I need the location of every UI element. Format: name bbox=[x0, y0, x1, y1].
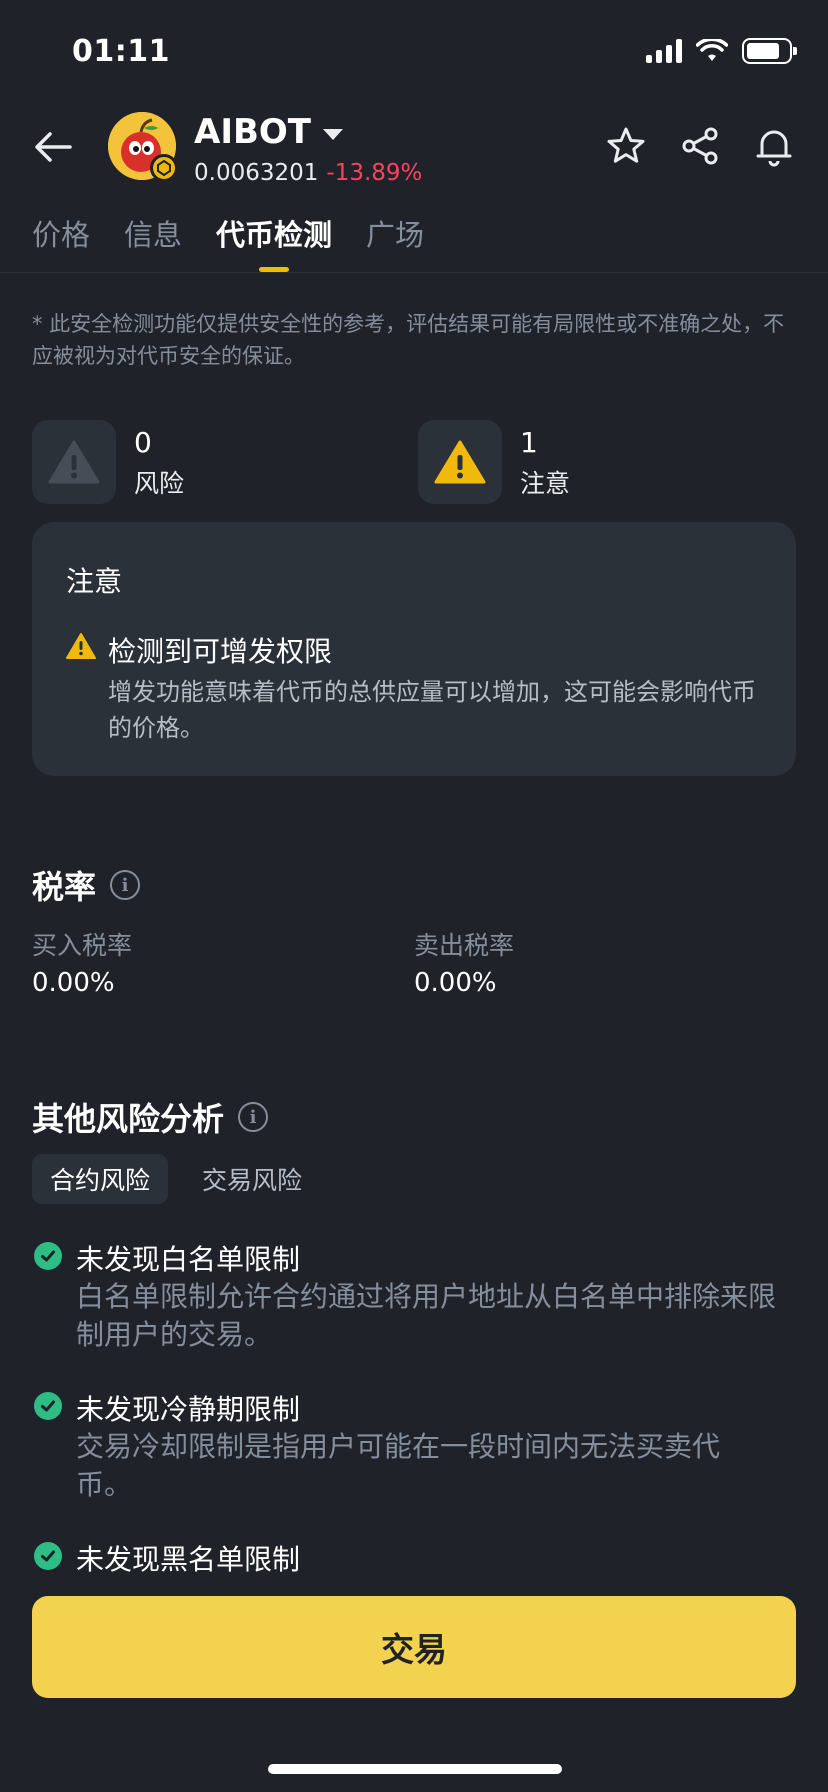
divider bbox=[0, 272, 828, 273]
sell-tax-label: 卖出税率 bbox=[414, 931, 515, 960]
caution-count: 1 bbox=[520, 426, 538, 459]
warning-icon bbox=[66, 633, 96, 659]
tab-trade-risk[interactable]: 交易风险 bbox=[202, 1154, 302, 1204]
signal-icon bbox=[646, 39, 682, 63]
risk-count: 0 bbox=[134, 426, 152, 459]
tax-section-title: 税率 i bbox=[32, 862, 141, 908]
tab-square[interactable]: 广场 bbox=[366, 212, 424, 272]
risk-item-title: 未发现冷静期限制 bbox=[76, 1393, 301, 1426]
other-risk-title: 其他风险分析 bbox=[32, 1100, 225, 1138]
chevron-down-icon bbox=[322, 128, 343, 140]
risk-item-desc: 白名单限制允许合约通过将用户地址从白名单中排除来限制用户的交易。 bbox=[76, 1280, 777, 1351]
status-time: 01:11 bbox=[72, 34, 170, 69]
sell-tax-value: 0.00% bbox=[414, 968, 497, 998]
risk-item-title: 未发现黑名单限制 bbox=[76, 1543, 301, 1576]
info-icon[interactable]: i bbox=[110, 870, 141, 900]
tab-token-check[interactable]: 代币检测 bbox=[216, 212, 332, 272]
risk-item-title: 未发现白名单限制 bbox=[76, 1243, 301, 1276]
tab-contract-risk[interactable]: 合约风险 bbox=[32, 1154, 168, 1204]
tab-bar: 价格 信息 代币检测 广场 bbox=[32, 212, 424, 272]
tab-price[interactable]: 价格 bbox=[32, 212, 90, 272]
token-name-selector[interactable]: AIBOT bbox=[194, 112, 343, 152]
risk-counter-icon-box bbox=[32, 420, 116, 504]
check-circle-icon bbox=[34, 1392, 62, 1420]
wifi-icon bbox=[696, 39, 728, 61]
battery-icon bbox=[742, 38, 797, 64]
caution-counter-icon-box bbox=[418, 420, 502, 504]
notice-item-desc: 增发功能意味着代币的总供应量可以增加，这可能会影响代币的价格。 bbox=[108, 678, 756, 742]
check-circle-icon bbox=[34, 1542, 62, 1570]
tax-title: 税率 bbox=[32, 868, 97, 906]
risk-label: 风险 bbox=[134, 469, 185, 498]
home-indicator bbox=[268, 1764, 562, 1774]
buy-tax-value: 0.00% bbox=[32, 968, 115, 998]
token-price-row: 0.0063201 -13.89% bbox=[194, 160, 422, 186]
risk-item-desc: 交易冷却限制是指用户可能在一段时间内无法买卖代币。 bbox=[76, 1430, 721, 1501]
warning-icon bbox=[48, 440, 100, 484]
notice-title: 注意 bbox=[66, 565, 123, 598]
back-arrow-icon[interactable] bbox=[30, 124, 76, 170]
warning-icon bbox=[434, 440, 486, 484]
buy-tax-label: 买入税率 bbox=[32, 931, 133, 960]
chain-badge-icon bbox=[150, 154, 178, 182]
tab-info[interactable]: 信息 bbox=[124, 212, 182, 272]
check-circle-icon bbox=[34, 1242, 62, 1270]
token-name: AIBOT bbox=[194, 112, 311, 152]
caution-label: 注意 bbox=[520, 469, 571, 498]
star-icon[interactable] bbox=[604, 124, 648, 168]
info-icon[interactable]: i bbox=[238, 1102, 269, 1132]
other-risk-section-title: 其他风险分析 i bbox=[32, 1094, 269, 1140]
notice-item-title: 检测到可增发权限 bbox=[108, 635, 333, 668]
share-icon[interactable] bbox=[678, 124, 722, 168]
bell-icon[interactable] bbox=[752, 124, 796, 168]
trade-button[interactable]: 交易 bbox=[32, 1596, 796, 1698]
status-icons bbox=[646, 38, 797, 64]
token-price: 0.0063201 bbox=[194, 160, 319, 186]
price-change: -13.89% bbox=[326, 160, 423, 186]
disclaimer-text: * 此安全检测功能仅提供安全性的参考，评估结果可能有局限性或不准确之处，不应被视… bbox=[32, 312, 785, 368]
